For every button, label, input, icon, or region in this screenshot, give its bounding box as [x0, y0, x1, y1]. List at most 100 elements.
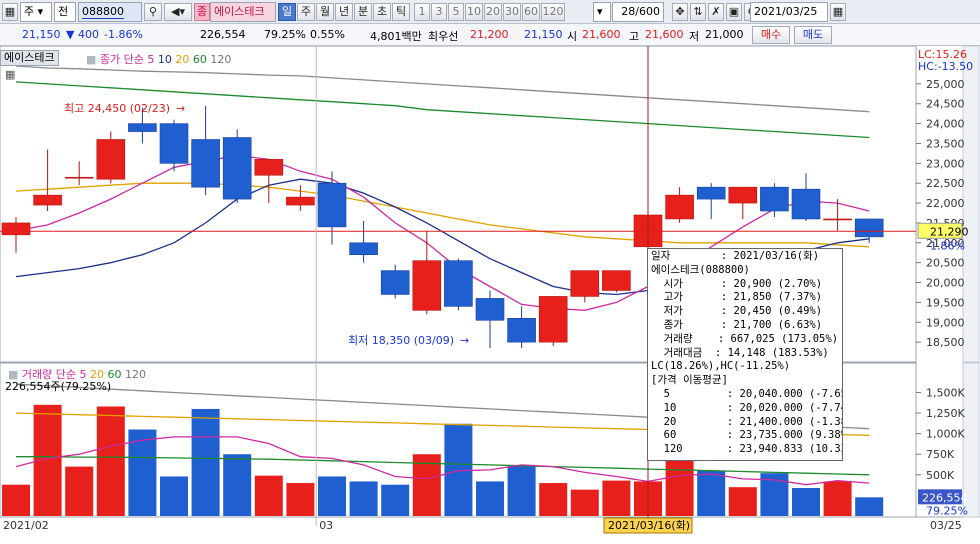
candle-body: [444, 260, 473, 307]
volume-bar: [697, 470, 726, 516]
x-label-start: 2021/02: [3, 519, 49, 532]
grid-icon[interactable]: ▦: [5, 68, 15, 81]
mode-select[interactable]: 전: [54, 2, 76, 22]
current-price-label: 21,290: [930, 225, 969, 238]
x-label-month: 03: [319, 519, 333, 532]
candle-body: [128, 123, 157, 132]
period-tab[interactable]: 틱: [392, 3, 410, 21]
number-tab[interactable]: 3: [431, 3, 447, 21]
tooltip-line: 종가 : 21,700 (6.63%): [651, 318, 823, 331]
candle-body: [286, 196, 315, 206]
candle-body: [222, 137, 252, 200]
high-label: 고: [629, 30, 640, 43]
right-arrow-icon: →: [176, 102, 185, 115]
candle-body: [64, 176, 94, 179]
chart-area[interactable]: 25,000 24,500 24,000 23,500 23,000 22,500 22,0…: [0, 45, 980, 541]
buy-button[interactable]: 매수: [752, 26, 790, 44]
period-tab[interactable]: 분: [354, 3, 372, 21]
volume-bar: [381, 484, 410, 516]
code-input[interactable]: 088800: [78, 2, 142, 22]
date-field[interactable]: 2021/03/25: [750, 2, 828, 22]
candle-body: [570, 270, 600, 297]
number-tab[interactable]: 30: [503, 3, 521, 21]
period-tab[interactable]: 일: [278, 3, 296, 21]
candle-body: [1, 222, 31, 236]
sort-icon[interactable]: ⇅: [690, 3, 706, 21]
number-tab[interactable]: 1: [414, 3, 430, 21]
candle-body: [380, 270, 410, 295]
tooltip-line: 20 : 21,400.000 (-1.38%): [651, 415, 843, 428]
volume-tick-label: 750K: [926, 448, 955, 461]
volume-bar: [191, 408, 220, 516]
candle-body: [159, 123, 189, 164]
period-tab[interactable]: 월: [316, 3, 334, 21]
menu-icon[interactable]: ▦: [2, 3, 18, 21]
tooltip-line: 시가 : 20,900 (2.70%): [651, 277, 823, 290]
period-tab[interactable]: 주: [297, 3, 315, 21]
vma120-label: 120: [125, 368, 147, 381]
ma120-label: 120: [210, 53, 232, 66]
volume-bar: [602, 480, 631, 516]
y-tick-label: 23,000: [926, 157, 965, 170]
number-tab[interactable]: 120: [541, 3, 565, 21]
volume-bar: [823, 481, 852, 516]
high-price: 21,600: [645, 28, 684, 41]
y-tick-label: 24,500: [926, 98, 965, 111]
price-legend[interactable]: ■ 종가 단순 5 10 20 60 120: [86, 51, 231, 67]
stock-name-tag[interactable]: 에이스테크: [0, 50, 59, 66]
number-tab[interactable]: 10: [465, 3, 483, 21]
tooltip-line: 에이스테크(088800): [651, 263, 750, 276]
candle-body: [191, 139, 220, 188]
volume-bar: [539, 483, 568, 516]
volume-tick-label: 1,250K: [926, 407, 965, 420]
code-value: 088800: [82, 5, 124, 19]
volume-current-label: 226,554: [922, 491, 968, 504]
sound-icon[interactable]: ◀▾: [164, 3, 192, 21]
candle-body: [538, 296, 568, 343]
open-label: 시: [567, 30, 578, 43]
y-tick-label: 18,500: [926, 336, 965, 349]
calendar-icon[interactable]: ▦: [830, 3, 846, 21]
erase-icon[interactable]: ✗: [708, 3, 724, 21]
y-tick-label: 19,000: [926, 316, 965, 329]
volume-bar: [349, 481, 378, 516]
candle-body: [254, 159, 284, 176]
y-tick-label: 19,500: [926, 296, 965, 309]
tooltip-line: [가격 이동평균]: [651, 374, 728, 387]
right-arrow-icon: →: [460, 334, 469, 347]
candle-body: [317, 182, 347, 228]
sell-button[interactable]: 매도: [794, 26, 832, 44]
tooltip-line: 저가 : 20,450 (0.49%): [651, 305, 823, 318]
cursor-date-label: 2021/03/16(화): [608, 519, 690, 532]
toolbar: ▦ 주 ▾ 전 088800 ⚲ ◀▾ 종 에이스테크 일주월년분초틱 1351…: [0, 0, 980, 24]
volume-current-text: 226,554주(79.25%): [5, 380, 112, 393]
hc-label: HC:-13.50: [918, 60, 973, 73]
y-tick-label: 20,000: [926, 277, 965, 290]
count-field[interactable]: 28/600: [612, 2, 664, 22]
mode-value: 전: [58, 5, 69, 18]
search-icon[interactable]: ⚲: [144, 3, 162, 21]
volume-bar: [223, 454, 252, 516]
candle-body: [791, 188, 821, 220]
save-icon[interactable]: ▣: [726, 3, 742, 21]
y-tick-label: 22,500: [926, 177, 965, 190]
candle-body: [854, 218, 884, 238]
y-tick-label: 24,000: [926, 118, 965, 131]
data-tooltip: 일자 : 2021/03/16(화) 에이스테크(088800) 시가 : 20,…: [647, 248, 843, 461]
dropdown-icon[interactable]: ▾: [593, 2, 611, 22]
volume-bar: [507, 464, 536, 516]
best-bid: 21,150: [524, 28, 563, 41]
volume-bar: [792, 488, 820, 516]
volume-bar: [476, 481, 504, 516]
market-select[interactable]: 주 ▾: [20, 2, 52, 22]
number-tab[interactable]: 20: [484, 3, 502, 21]
crosshair-icon[interactable]: ✥: [672, 3, 688, 21]
tooltip-line: 120 : 23,940.833 (10.33%): [651, 443, 843, 456]
period-tab[interactable]: 년: [335, 3, 353, 21]
number-tab[interactable]: 60: [522, 3, 540, 21]
turnover: 0.55%: [310, 28, 345, 41]
tooltip-line: 5 : 20,040.000 (-7.65%): [651, 387, 843, 400]
period-tab[interactable]: 초: [373, 3, 391, 21]
stock-badge[interactable]: 종: [194, 3, 210, 21]
number-tab[interactable]: 5: [448, 3, 464, 21]
